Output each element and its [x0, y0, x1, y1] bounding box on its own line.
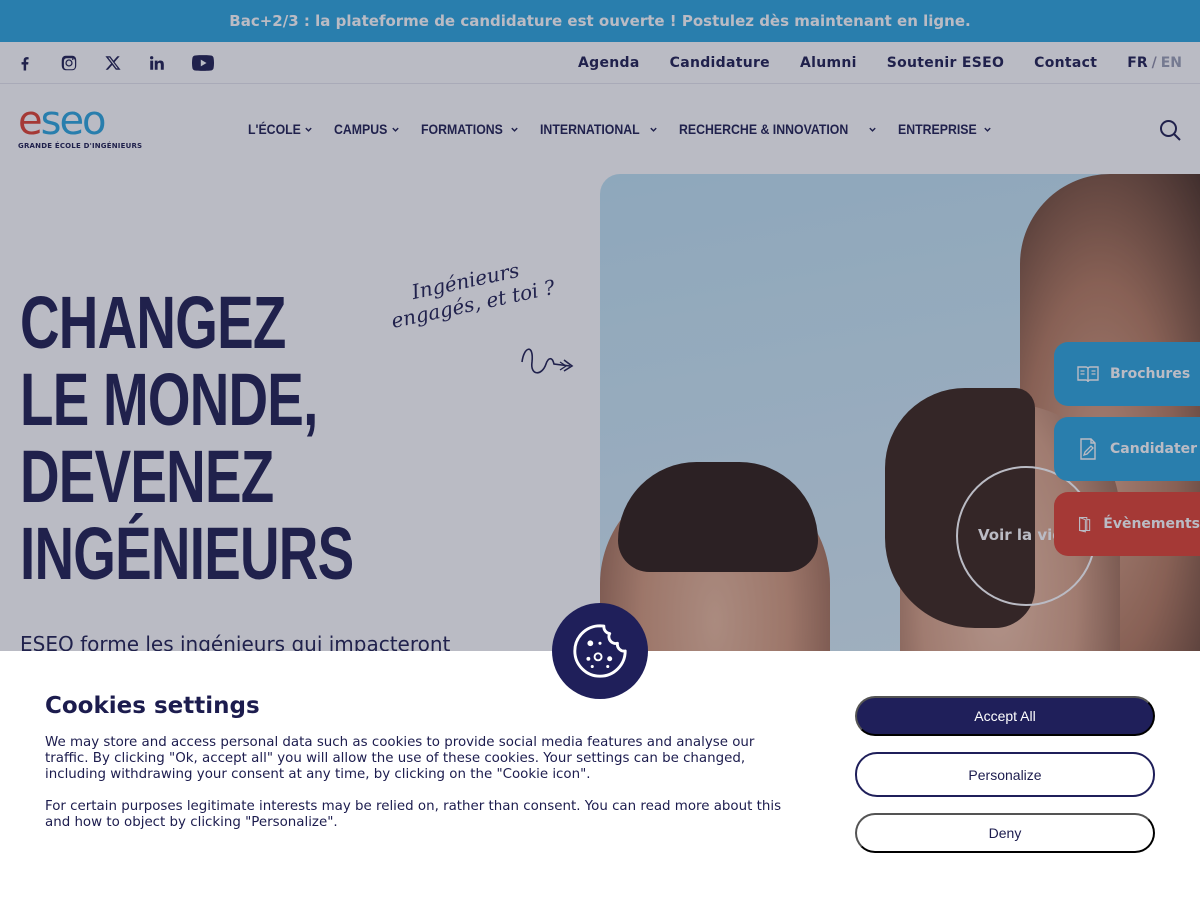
- cookie-paragraph: We may store and access personal data su…: [45, 735, 755, 782]
- deny-button[interactable]: Deny: [855, 813, 1155, 853]
- personalize-button[interactable]: Personalize: [855, 752, 1155, 797]
- modal-overlay[interactable]: [0, 0, 1200, 651]
- cookie-description: We may store and access personal data su…: [45, 735, 795, 847]
- cookie-title: Cookies settings: [45, 693, 260, 719]
- accept-all-button[interactable]: Accept All: [855, 696, 1155, 736]
- cookie-paragraph: For certain purposes legitimate interest…: [45, 799, 782, 830]
- cookie-icon[interactable]: [552, 603, 648, 699]
